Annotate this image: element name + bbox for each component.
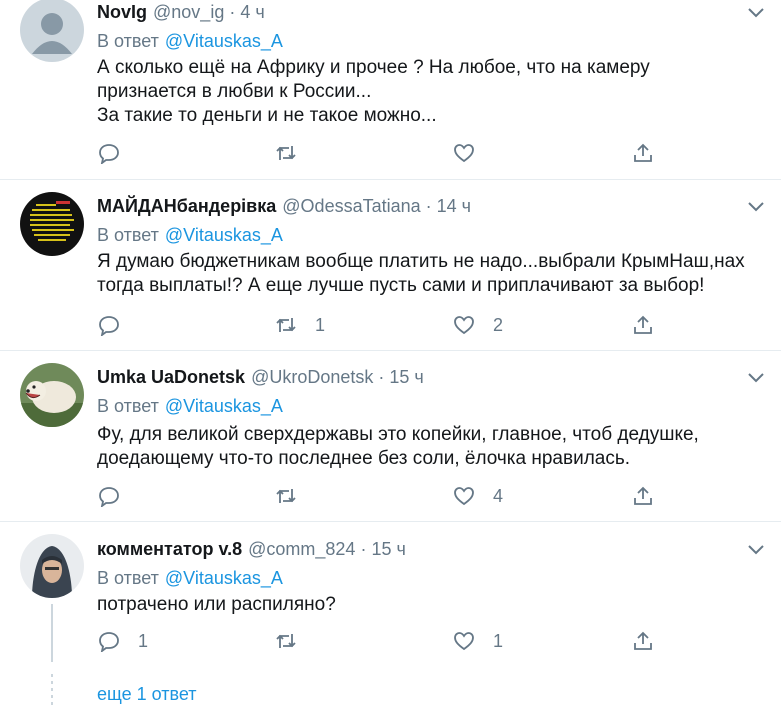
like-button[interactable] [453, 140, 493, 166]
share-icon [634, 486, 652, 505]
user-handle[interactable]: @nov_ig [153, 2, 224, 22]
reply-button[interactable] [98, 483, 138, 509]
reply-prefix: В ответ [97, 31, 159, 51]
tweet-text: А сколько ещё на Африку и прочее ? На лю… [97, 56, 757, 128]
reply-context: В ответ @Vitauskas_A [97, 394, 283, 418]
tweet-line: потрачено или распиляно? [97, 594, 336, 615]
heart-icon [454, 144, 474, 163]
reply-icon [99, 316, 119, 336]
tweet-line: За такие то деньги и не такое можно... [97, 105, 437, 126]
reply-to-link[interactable]: @Vitauskas_A [165, 396, 283, 416]
chevron-down-icon[interactable] [745, 539, 767, 561]
reply-icon [99, 144, 119, 164]
reply-icon [99, 487, 119, 507]
retweet-icon [276, 146, 296, 160]
tweet-header: МАЙДАНбандерівка @OdessaTatiana · 14 ч [97, 196, 472, 216]
share-button[interactable] [632, 312, 654, 338]
timestamp[interactable]: 15 ч [371, 539, 405, 559]
avatar[interactable] [20, 363, 84, 427]
tweet-header: Umka UaDonetsk @UkroDonetsk · 15 ч [97, 367, 424, 387]
tweet-line: Фу, для великой сверхдержавы это копейки… [97, 424, 699, 445]
divider [0, 179, 781, 180]
like-button[interactable]: 4 [453, 483, 503, 509]
share-button[interactable] [632, 140, 654, 166]
divider [0, 350, 781, 351]
tweet-line: доедающему что-то последнее без соли, ёл… [97, 448, 631, 469]
heart-icon [454, 632, 474, 651]
share-icon [634, 631, 652, 650]
user-handle[interactable]: @UkroDonetsk [251, 367, 373, 387]
avatar-default[interactable] [20, 0, 84, 62]
reply-context: В ответ @Vitauskas_A [97, 566, 283, 590]
thread-line [51, 604, 53, 662]
retweet-count: 1 [315, 314, 326, 335]
chevron-down-icon[interactable] [745, 196, 767, 218]
user-handle[interactable]: @comm_824 [248, 539, 355, 559]
retweet-button[interactable] [275, 483, 315, 509]
tweet-header: NovIg @nov_ig · 4 ч [97, 2, 265, 22]
reply-to-link[interactable]: @Vitauskas_A [165, 568, 283, 588]
tweet-line: Я думаю бюджетникам вообще платить не на… [97, 251, 745, 272]
timestamp[interactable]: 14 ч [437, 196, 471, 216]
chevron-down-icon[interactable] [745, 2, 767, 24]
retweet-icon [276, 318, 296, 332]
display-name[interactable]: Umka UaDonetsk [97, 367, 245, 387]
avatar[interactable] [20, 534, 84, 598]
like-button[interactable]: 1 [453, 628, 503, 654]
reply-prefix: В ответ [97, 396, 159, 416]
tweet-text: потрачено или распиляно? [97, 593, 757, 617]
tweet-header: комментатор v.8 @comm_824 · 15 ч [97, 539, 406, 559]
like-count: 2 [493, 314, 504, 335]
display-name[interactable]: МАЙДАНбандерівка [97, 196, 276, 216]
chevron-down-icon[interactable] [745, 367, 767, 389]
display-name[interactable]: NovIg [97, 2, 147, 22]
tweet-line: тогда выплаты!? А еще лучше пусть сами и… [97, 275, 705, 296]
user-handle[interactable]: @OdessaTatiana [282, 196, 420, 216]
reply-context: В ответ @Vitauskas_A [97, 223, 283, 247]
share-button[interactable] [632, 483, 654, 509]
heart-icon [454, 316, 474, 335]
share-button[interactable] [632, 628, 654, 654]
like-count: 1 [493, 630, 504, 651]
share-icon [634, 315, 652, 334]
thread-dots [51, 674, 53, 709]
reply-context: В ответ @Vitauskas_A [97, 29, 283, 53]
share-icon [634, 143, 652, 162]
tweet-line: признается в любви к России... [97, 81, 372, 102]
like-button[interactable]: 2 [453, 312, 503, 338]
heart-icon [454, 487, 474, 506]
reply-icon [99, 632, 119, 652]
reply-button[interactable] [98, 312, 138, 338]
reply-button[interactable]: 1 [98, 628, 148, 654]
reply-to-link[interactable]: @Vitauskas_A [165, 225, 283, 245]
reply-prefix: В ответ [97, 568, 159, 588]
retweet-icon [276, 634, 296, 648]
retweet-button[interactable] [275, 140, 315, 166]
display-name[interactable]: комментатор v.8 [97, 539, 242, 559]
timestamp[interactable]: 4 ч [240, 2, 264, 22]
tweet-text: Фу, для великой сверхдержавы это копейки… [97, 423, 757, 471]
retweet-icon [276, 489, 296, 503]
like-count: 4 [493, 485, 504, 506]
timestamp[interactable]: 15 ч [389, 367, 423, 387]
divider [0, 521, 781, 522]
retweet-button[interactable]: 1 [275, 312, 325, 338]
show-more-replies-link[interactable]: еще 1 ответ [97, 682, 197, 706]
retweet-button[interactable] [275, 628, 315, 654]
reply-prefix: В ответ [97, 225, 159, 245]
reply-to-link[interactable]: @Vitauskas_A [165, 31, 283, 51]
avatar[interactable] [20, 192, 84, 256]
tweet-line: А сколько ещё на Африку и прочее ? На лю… [97, 57, 650, 78]
reply-count: 1 [138, 630, 149, 651]
reply-button[interactable] [98, 140, 138, 166]
tweet-text: Я думаю бюджетникам вообще платить не на… [97, 250, 757, 298]
